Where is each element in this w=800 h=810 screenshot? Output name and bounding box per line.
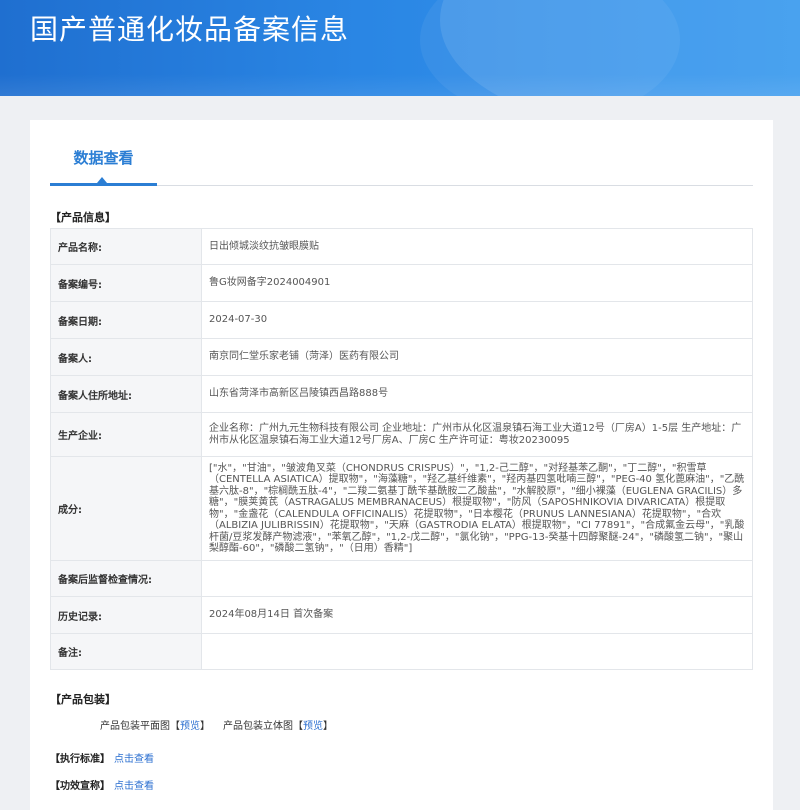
active-tab-indicator xyxy=(97,177,107,183)
tab-label: 数据查看 xyxy=(73,149,134,167)
row-value xyxy=(201,633,753,670)
row-label: 历史记录: xyxy=(50,596,202,634)
row-label: 备案编号: xyxy=(50,264,202,302)
claims-label: 【功效宣称】 xyxy=(50,781,110,792)
row-value: 山东省菏泽市高新区吕陵镇西昌路888号 xyxy=(201,375,753,413)
row-label: 备案后监督检查情况: xyxy=(50,560,202,597)
section-title-product-info: 【产品信息】 xyxy=(50,211,116,224)
row-label: 备案人住所地址: xyxy=(50,375,202,413)
page-title: 国产普通化妆品备案信息 xyxy=(30,13,350,46)
table-row: 备案后监督检查情况: xyxy=(50,560,753,597)
row-label: 产品名称: xyxy=(50,228,202,265)
table-row: 历史记录: 2024年08月14日 首次备案 xyxy=(50,596,753,634)
table-row: 成分: ["水"，"甘油"，"皱波角叉菜（CHONDRUS CRISPUS）"，… xyxy=(50,456,753,561)
table-row: 备案日期: 2024-07-30 xyxy=(50,301,753,339)
row-label: 成分: xyxy=(50,456,202,561)
row-label: 备注: xyxy=(50,633,202,670)
bracket: 【 xyxy=(293,721,303,732)
packaging-label: 产品包装立体图 xyxy=(223,721,293,732)
row-label: 备案日期: xyxy=(50,301,202,339)
row-value: 南京同仁堂乐家老铺（菏泽）医药有限公司 xyxy=(201,338,753,376)
table-row: 备案人: 南京同仁堂乐家老铺（菏泽）医药有限公司 xyxy=(50,338,753,376)
standards-label: 【执行标准】 xyxy=(50,754,110,765)
preview-link-3d[interactable]: 预览 xyxy=(303,721,323,732)
row-value: 日出倾城淡纹抗皱眼膜贴 xyxy=(201,228,753,265)
bracket: 】 xyxy=(200,721,210,732)
content-panel: 数据查看 【产品信息】 产品名称: 日出倾城淡纹抗皱眼膜贴 备案编号: 鲁G妆网… xyxy=(30,120,773,810)
bracket: 】 xyxy=(323,721,333,732)
claims-row: 【功效宣称】 点击查看 xyxy=(50,777,154,792)
row-value: 企业名称：广州九元生物科技有限公司 企业地址：广州市从化区温泉镇石海工业大道12… xyxy=(201,412,753,457)
tab-data-view[interactable]: 数据查看 xyxy=(50,120,157,186)
tab-bar: 数据查看 xyxy=(50,120,753,186)
header-banner: 国产普通化妆品备案信息 xyxy=(0,0,800,96)
row-value: 鲁G妆网备字2024004901 xyxy=(201,264,753,302)
preview-link-flat[interactable]: 预览 xyxy=(180,721,200,732)
table-row: 备案编号: 鲁G妆网备字2024004901 xyxy=(50,264,753,302)
row-value: 2024-07-30 xyxy=(201,301,753,339)
standards-row: 【执行标准】 点击查看 xyxy=(50,750,154,765)
packaging-label: 产品包装平面图 xyxy=(100,721,170,732)
standards-view-link[interactable]: 点击查看 xyxy=(114,754,154,765)
table-row: 生产企业: 企业名称：广州九元生物科技有限公司 企业地址：广州市从化区温泉镇石海… xyxy=(50,412,753,457)
row-value: 2024年08月14日 首次备案 xyxy=(201,596,753,634)
section-title-packaging: 【产品包装】 xyxy=(50,693,116,706)
row-value: ["水"，"甘油"，"皱波角叉菜（CHONDRUS CRISPUS）"，"1,2… xyxy=(201,456,753,561)
banner-decoration xyxy=(0,74,800,96)
table-row: 备案人住所地址: 山东省菏泽市高新区吕陵镇西昌路888号 xyxy=(50,375,753,413)
product-info-table: 产品名称: 日出倾城淡纹抗皱眼膜贴 备案编号: 鲁G妆网备字2024004901… xyxy=(50,228,753,670)
row-label: 生产企业: xyxy=(50,412,202,457)
row-label: 备案人: xyxy=(50,338,202,376)
table-row: 备注: xyxy=(50,633,753,670)
packaging-item-flat: 产品包装平面图【预览】 xyxy=(100,717,210,732)
bracket: 【 xyxy=(170,721,180,732)
claims-view-link[interactable]: 点击查看 xyxy=(114,781,154,792)
table-row: 产品名称: 日出倾城淡纹抗皱眼膜贴 xyxy=(50,228,753,265)
row-value xyxy=(201,560,753,597)
packaging-item-3d: 产品包装立体图【预览】 xyxy=(223,717,333,732)
